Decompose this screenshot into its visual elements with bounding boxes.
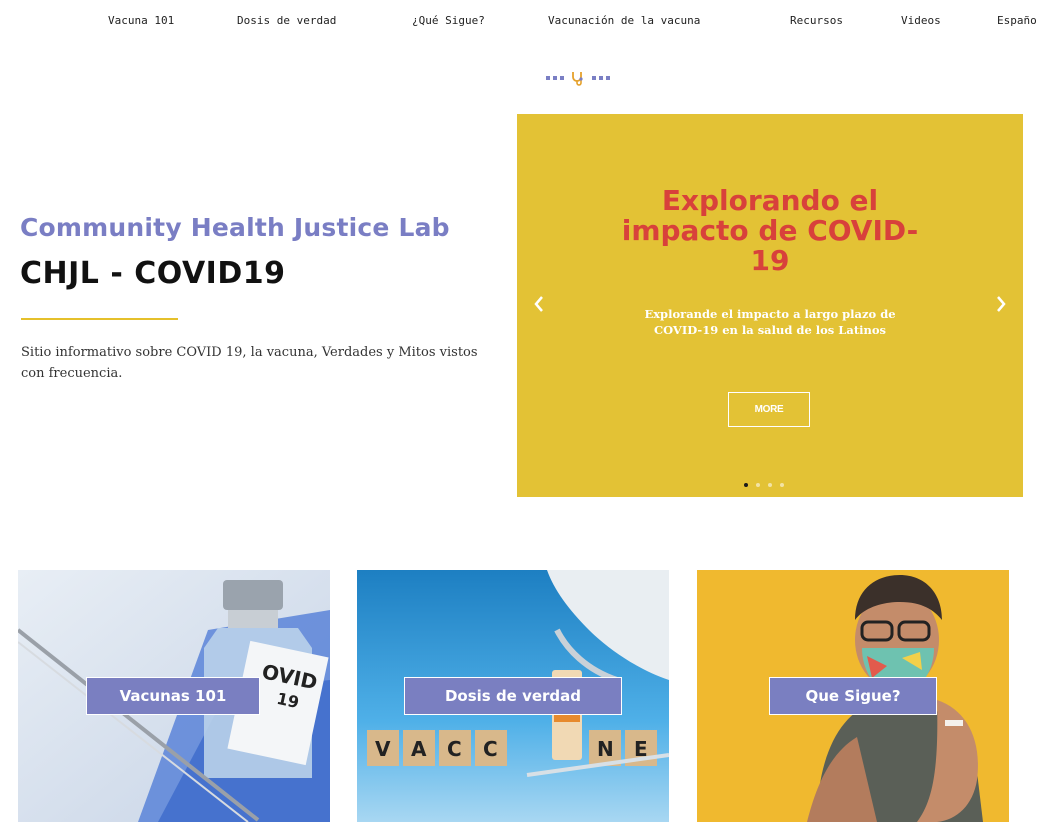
hero-description: Sitio informativo sobre COVID 19, la vac…: [21, 345, 478, 381]
carousel-prev-button[interactable]: [529, 292, 549, 316]
svg-text:V: V: [375, 737, 391, 761]
title-underline: [21, 318, 178, 320]
nav-item-language[interactable]: Españo: [997, 14, 1037, 27]
nav-item-dosis-de-verdad[interactable]: Dosis de verdad: [237, 14, 336, 27]
carousel-dot-4[interactable]: [780, 483, 784, 487]
divider-dots-right: [592, 76, 610, 80]
card-dosis-de-verdad[interactable]: V A C C N E Dosis de verdad: [357, 570, 669, 822]
section-divider: [546, 70, 610, 86]
svg-text:C: C: [447, 737, 462, 761]
carousel-dot-3[interactable]: [768, 483, 772, 487]
nav-item-videos[interactable]: Videos: [901, 14, 941, 27]
svg-text:A: A: [411, 737, 427, 761]
nav-item-vacuna-101[interactable]: Vacuna 101: [108, 14, 174, 27]
carousel-pagination: [744, 483, 784, 487]
hero-carousel: Explorando el impacto de COVID-19 Explor…: [517, 114, 1023, 497]
page-title: CHJL - COVID19: [20, 256, 286, 291]
more-button[interactable]: MORE: [728, 392, 810, 427]
slide-title: Explorando el impacto de COVID-19: [621, 184, 919, 277]
chevron-left-icon: [534, 296, 543, 312]
svg-text:N: N: [597, 737, 614, 761]
main-nav: Vacuna 101 Dosis de verdad ¿Qué Sigue? V…: [0, 14, 1050, 34]
carousel-dot-2[interactable]: [756, 483, 760, 487]
chevron-right-icon: [997, 296, 1006, 312]
nav-item-vacunacion[interactable]: Vacunación de la vacuna: [548, 14, 700, 27]
svg-text:C: C: [483, 737, 498, 761]
carousel-dot-1[interactable]: [744, 483, 748, 487]
card-label: Que Sigue?: [769, 677, 937, 715]
nav-item-que-sigue[interactable]: ¿Qué Sigue?: [412, 14, 485, 27]
carousel-next-button[interactable]: [991, 292, 1011, 316]
divider-dots-left: [546, 76, 564, 80]
card-label: Vacunas 101: [86, 677, 260, 715]
slide-text: Explorande el impacto a largo plazo de C…: [644, 307, 896, 337]
card-que-sigue[interactable]: Que Sigue?: [697, 570, 1009, 822]
lab-title: Community Health Justice Lab: [20, 213, 450, 242]
nav-item-recursos[interactable]: Recursos: [790, 14, 843, 27]
stethoscope-icon: [572, 72, 583, 86]
card-label: Dosis de verdad: [404, 677, 622, 715]
card-vacunas-101[interactable]: OVID 19 Vacunas 101: [18, 570, 330, 822]
